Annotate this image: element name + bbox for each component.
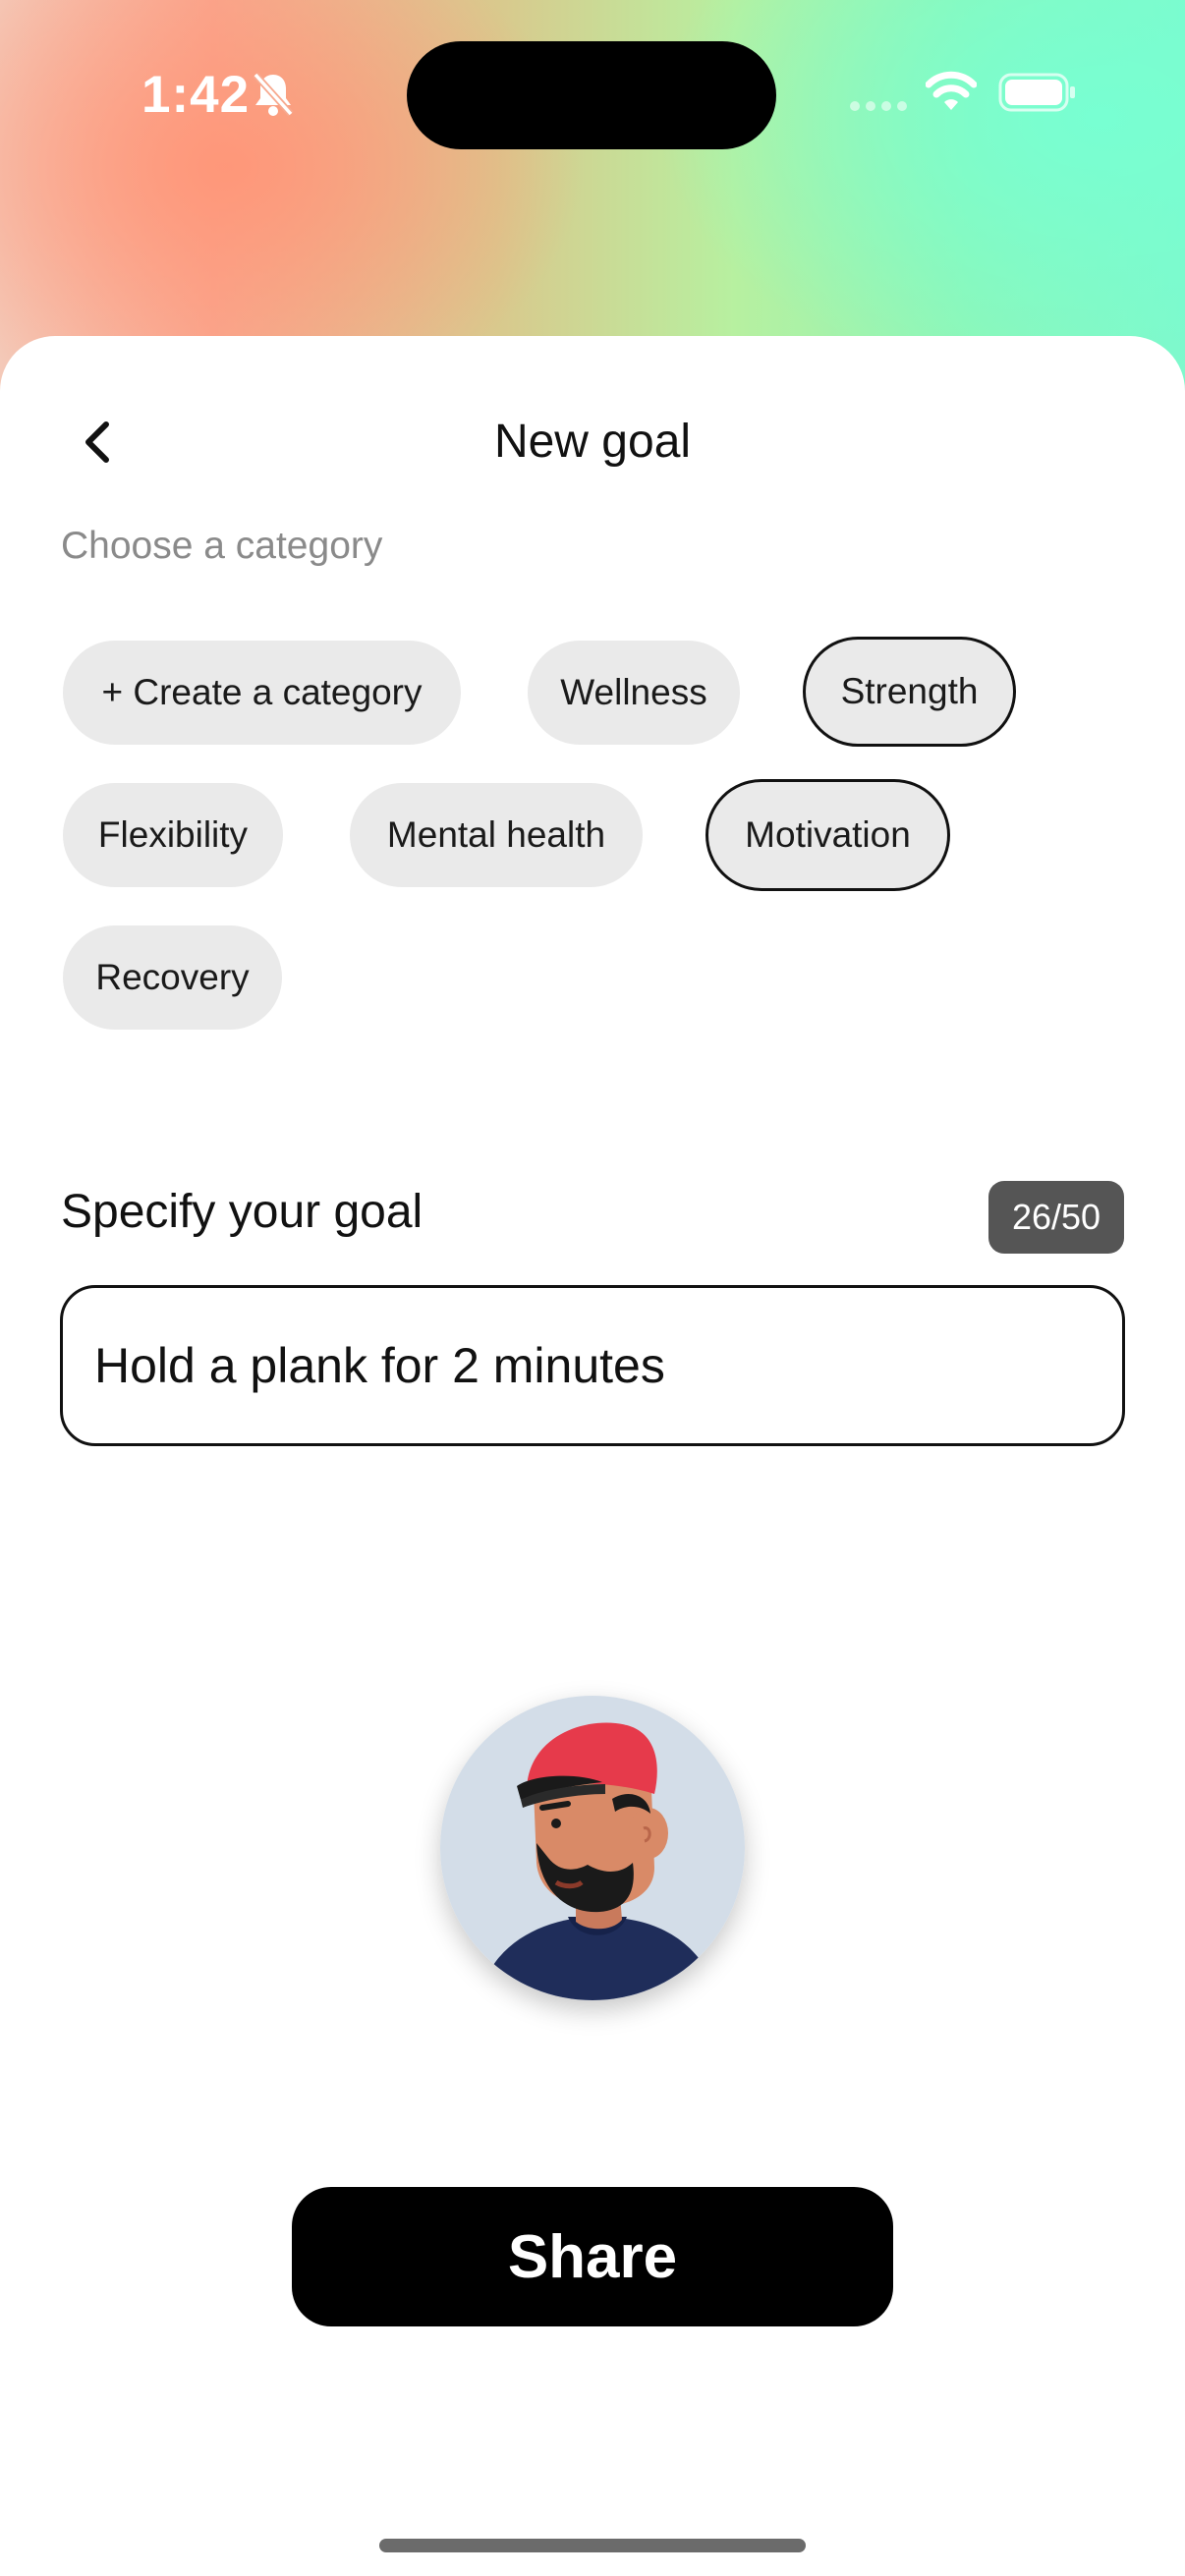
create-category-chip[interactable]: + Create a category [63, 641, 461, 745]
battery-icon [998, 73, 1075, 112]
user-avatar[interactable] [440, 1696, 745, 2000]
category-chip-strength[interactable]: Strength [803, 637, 1016, 747]
page-title: New goal [493, 416, 692, 468]
signal-icon [850, 101, 907, 111]
category-chip-motivation[interactable]: Motivation [705, 779, 950, 891]
home-indicator[interactable] [379, 2539, 806, 2552]
category-chip-flexibility[interactable]: Flexibility [63, 783, 283, 887]
goal-input-field[interactable] [60, 1285, 1125, 1446]
category-section-label: Choose a category [61, 525, 383, 567]
character-counter-badge: 26/50 [988, 1181, 1124, 1254]
share-button[interactable]: Share [292, 2187, 893, 2326]
user-avatar-icon [440, 1696, 745, 2000]
status-time: 1:42 [141, 66, 251, 124]
dynamic-island [407, 41, 776, 149]
category-chip-wellness[interactable]: Wellness [528, 641, 740, 745]
bell-slash-icon [253, 72, 294, 117]
goal-input[interactable] [94, 1337, 1038, 1394]
goal-section-label: Specify your goal [61, 1186, 423, 1238]
category-chip-mental-health[interactable]: Mental health [350, 783, 643, 887]
wifi-icon [926, 71, 977, 110]
category-chip-recovery[interactable]: Recovery [63, 925, 282, 1030]
